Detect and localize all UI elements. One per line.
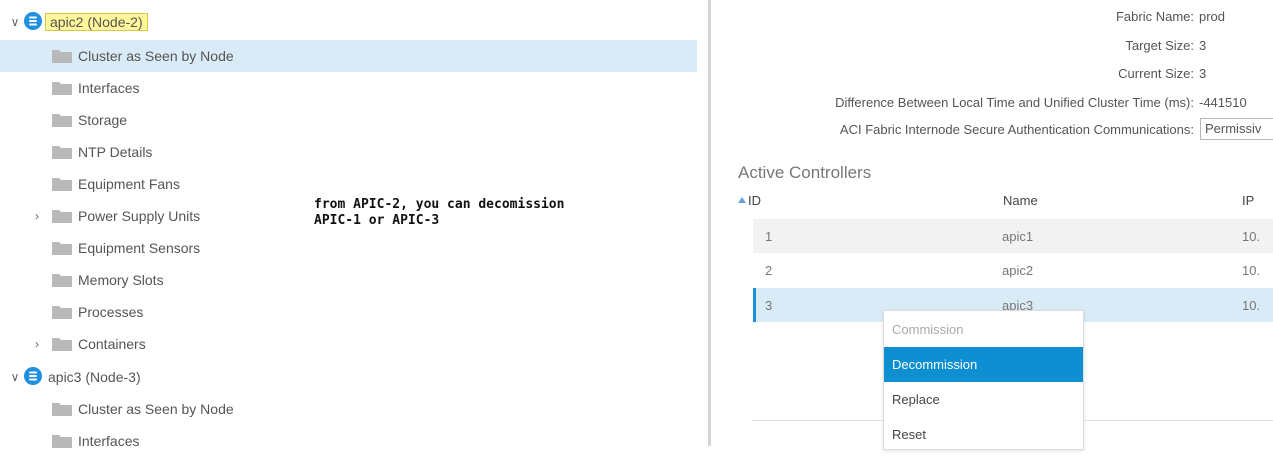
- tree-item-label: Power Supply Units: [78, 208, 201, 224]
- folder-icon: [52, 337, 72, 351]
- fabric-name-label: Fabric Name:: [1115, 9, 1194, 24]
- tree-item-label: Interfaces: [78, 433, 140, 449]
- folder-icon: [52, 49, 72, 63]
- chevron-down-icon[interactable]: ∨: [8, 15, 22, 29]
- node-icon: [24, 12, 42, 30]
- secure-auth-select[interactable]: Permissiv: [1200, 118, 1273, 140]
- folder-icon: [52, 241, 72, 255]
- chevron-down-icon[interactable]: ∨: [8, 370, 22, 384]
- context-menu: Commission Decommission Replace Reset: [883, 310, 1084, 450]
- menu-item-reset[interactable]: Reset: [884, 417, 1083, 452]
- tree-item-label: Interfaces: [78, 80, 140, 96]
- chevron-right-icon[interactable]: ›: [30, 209, 44, 223]
- menu-item-decommission[interactable]: Decommission: [884, 347, 1083, 382]
- tree-node-apic3[interactable]: ∨ apic3 (Node-3): [0, 361, 697, 393]
- folder-icon: [52, 273, 72, 287]
- annotation-note: from APIC-2, you can decomission APIC-1 …: [314, 197, 564, 229]
- folder-icon: [52, 81, 72, 95]
- cell-ip: 10.: [1242, 263, 1261, 278]
- column-header-id[interactable]: ID: [748, 193, 761, 208]
- chevron-right-icon[interactable]: ›: [30, 337, 44, 351]
- selection-accent: [753, 288, 756, 322]
- node-icon: [24, 367, 42, 385]
- current-size-value: 3: [1199, 66, 1207, 81]
- tree-item-label: Memory Slots: [78, 272, 164, 288]
- cell-name: apic2: [1002, 263, 1034, 278]
- tree-node-apic2[interactable]: ∨ apic2 (Node-2): [0, 6, 697, 38]
- cell-ip: 10.: [1242, 229, 1261, 244]
- cell-name: apic1: [1002, 229, 1034, 244]
- target-size-label: Target Size:: [1125, 38, 1194, 53]
- tree-item-ntp-details[interactable]: NTP Details: [0, 136, 697, 168]
- column-header-name[interactable]: Name: [1003, 193, 1038, 208]
- tree-item-containers[interactable]: › Containers: [0, 328, 697, 360]
- cell-id: 1: [765, 229, 773, 244]
- folder-icon: [52, 305, 72, 319]
- cell-id: 2: [765, 263, 773, 278]
- folder-icon: [52, 209, 72, 223]
- current-size-label: Current Size:: [1118, 66, 1194, 81]
- column-header-ip[interactable]: IP: [1242, 193, 1254, 208]
- annotation-line: APIC-1 or APIC-3: [314, 213, 440, 228]
- tree-item-equipment-sensors[interactable]: Equipment Sensors: [0, 232, 697, 264]
- time-difference-label: Difference Between Local Time and Unifie…: [835, 95, 1194, 110]
- tree-item-label: Containers: [78, 336, 146, 352]
- folder-icon: [52, 113, 72, 127]
- tree-item-processes[interactable]: Processes: [0, 296, 697, 328]
- tree-node-label: apic2 (Node-2): [45, 13, 148, 31]
- tree-item-label: NTP Details: [78, 144, 153, 160]
- table-row[interactable]: 2 apic2 10.: [753, 253, 1273, 287]
- panel-divider[interactable]: [708, 0, 711, 446]
- tree-item-cluster-as-seen-by-node[interactable]: Cluster as Seen by Node: [0, 40, 697, 72]
- tree-item-label: Cluster as Seen by Node: [78, 48, 234, 64]
- tree-item-storage[interactable]: Storage: [0, 104, 697, 136]
- tree-item-equipment-fans[interactable]: Equipment Fans: [0, 168, 697, 200]
- tree-item-memory-slots[interactable]: Memory Slots: [0, 264, 697, 296]
- cell-id: 3: [765, 298, 773, 313]
- tree-panel: ∨ apic2 (Node-2) Cluster as Seen by Node…: [0, 0, 706, 449]
- tree-item-label: Cluster as Seen by Node: [78, 401, 234, 417]
- tree-item-interfaces[interactable]: Interfaces: [0, 425, 697, 457]
- folder-icon: [52, 402, 72, 416]
- tree-item-label: Equipment Fans: [78, 176, 180, 192]
- tree-item-cluster-as-seen-by-node[interactable]: Cluster as Seen by Node: [0, 393, 697, 425]
- target-size-value: 3: [1199, 38, 1207, 53]
- active-controllers-title: Active Controllers: [738, 163, 872, 182]
- time-difference-value: -441510: [1199, 95, 1247, 110]
- tree-item-label: Processes: [78, 304, 144, 320]
- fabric-name-value: prod: [1199, 9, 1226, 24]
- tree-item-interfaces[interactable]: Interfaces: [0, 72, 697, 104]
- table-row[interactable]: 1 apic1 10.: [753, 219, 1273, 253]
- secure-auth-label: ACI Fabric Internode Secure Authenticati…: [839, 122, 1194, 137]
- cell-ip: 10.: [1242, 298, 1261, 313]
- folder-icon: [52, 177, 72, 191]
- folder-icon: [52, 145, 72, 159]
- tree-item-label: Storage: [78, 112, 128, 128]
- sort-ascending-icon[interactable]: [738, 197, 746, 203]
- menu-item-replace[interactable]: Replace: [884, 382, 1083, 417]
- menu-item-commission[interactable]: Commission: [884, 312, 1083, 347]
- tree-node-label: apic3 (Node-3): [48, 369, 141, 385]
- tree-item-label: Equipment Sensors: [78, 240, 201, 256]
- annotation-line: from APIC-2, you can decomission: [314, 197, 565, 212]
